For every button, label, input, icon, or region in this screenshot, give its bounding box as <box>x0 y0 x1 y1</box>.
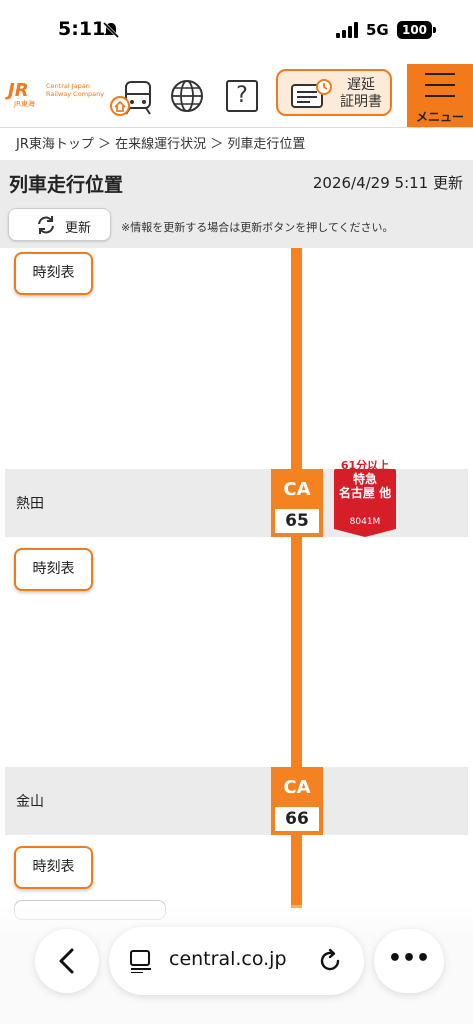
timetable-button[interactable]: 時刻表 <box>14 846 93 889</box>
station-name: 金山 <box>16 794 44 810</box>
logo-sub: JR東海 <box>14 100 35 108</box>
reader-tabs-icon <box>130 950 151 973</box>
certificate-clock-icon <box>291 79 332 108</box>
battery-tip <box>433 27 436 33</box>
network-label: 5G <box>366 21 389 39</box>
help-glyph: ? <box>226 80 258 112</box>
reload-icon[interactable] <box>317 948 343 974</box>
title-bar: 列車走行位置 2026/4/29 5:11 更新 更新 ※情報を更新する場合は更… <box>0 160 473 248</box>
station-name: 熱田 <box>16 496 44 512</box>
hamburger-icon <box>425 73 455 106</box>
help-icon[interactable]: ? <box>222 76 266 116</box>
menu-button[interactable]: メニュー <box>407 64 473 127</box>
breadcrumb[interactable]: JR東海トップ ＞ 在来線運行状況 ＞ 列車走行位置 <box>0 127 473 160</box>
station-row: 金山 CA 66 <box>5 767 468 835</box>
timetable-button[interactable]: 時刻表 <box>14 252 93 295</box>
line-code: CA <box>283 479 311 500</box>
signal-icon <box>336 22 358 38</box>
menu-label: メニュー <box>415 110 464 124</box>
back-button[interactable] <box>35 929 99 993</box>
status-time: 5:11 <box>58 18 106 40</box>
station-number: 65 <box>275 509 319 533</box>
home-train-icon[interactable] <box>110 76 154 116</box>
cert-label-line2: 証明書 <box>340 94 382 110</box>
refresh-button[interactable]: 更新 <box>8 208 111 241</box>
cert-label: 遅延 証明書 <box>336 77 386 111</box>
station-row: 熱田 CA 65 <box>5 469 468 537</box>
page-title: 列車走行位置 <box>9 174 124 196</box>
logo-mark: JR <box>8 80 29 101</box>
globe-icon[interactable] <box>165 76 209 116</box>
browser-toolbar: central.co.jp ••• <box>0 905 473 1024</box>
timetable-button[interactable]: 時刻表 <box>14 548 93 591</box>
jr-central-logo[interactable]: JR JR東海 Central Japan Railway Company <box>8 80 108 110</box>
refresh-label: 更新 <box>65 221 92 236</box>
train-number: 8041M <box>349 517 381 527</box>
refresh-icon <box>38 216 54 234</box>
chevron-left-icon <box>59 948 74 974</box>
address-bar[interactable]: central.co.jp <box>109 927 364 995</box>
url-text: central.co.jp <box>169 948 287 970</box>
updated-timestamp: 2026/4/29 5:11 更新 <box>312 174 463 192</box>
cert-label-line1: 遅延 <box>347 77 375 93</box>
station-code: CA 66 <box>271 767 323 835</box>
more-options-button[interactable]: ••• <box>374 929 444 993</box>
battery-icon: 100 <box>397 21 432 39</box>
line-code: CA <box>283 777 311 798</box>
logo-text-line2: Railway Company <box>46 90 105 98</box>
site-header: JR JR東海 Central Japan Railway Company ? <box>0 62 473 127</box>
status-bar: 5:11 5G 100 <box>0 0 473 62</box>
refresh-note: ※情報を更新する場合は更新ボタンを押してください。 <box>121 221 394 234</box>
logo-text-line1: Central Japan <box>46 82 90 90</box>
delay-certificate-button[interactable]: 遅延 証明書 <box>276 69 392 116</box>
station-code: CA 65 <box>271 469 323 537</box>
train-marker[interactable]: 61分以上 特急 名古屋 他 8041M <box>334 455 396 537</box>
train-destination: 名古屋 他 <box>338 486 392 500</box>
station-number: 66 <box>275 807 319 831</box>
bell-muted-icon <box>102 21 120 39</box>
logo-text: Central Japan Railway Company <box>46 82 104 98</box>
